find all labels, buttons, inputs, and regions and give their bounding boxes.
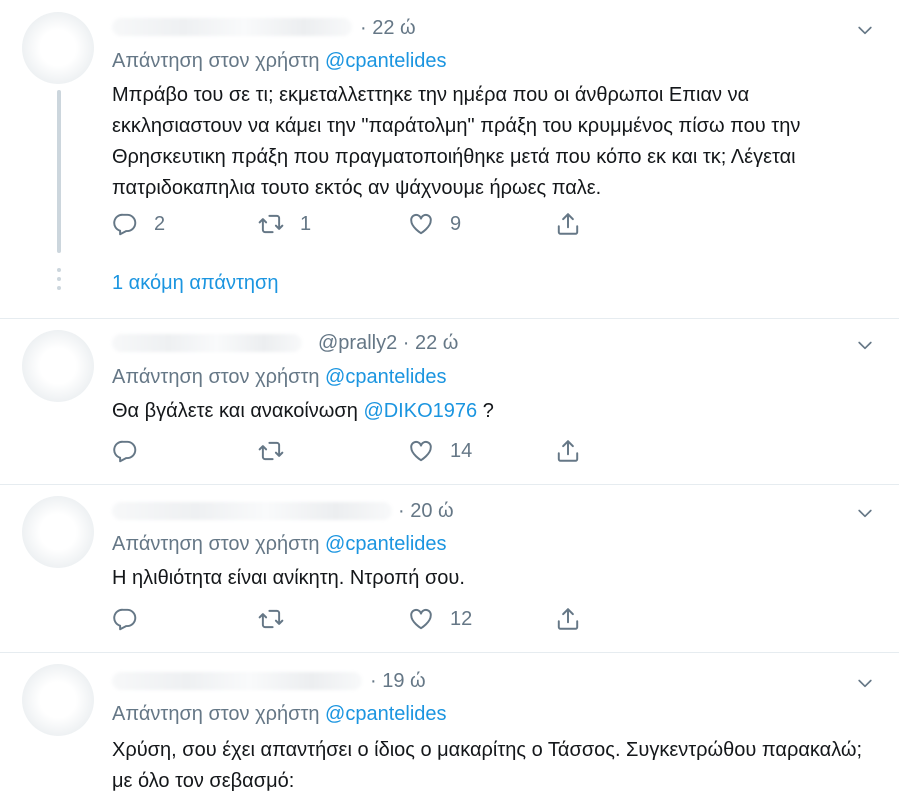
like-count: 12 — [450, 607, 473, 630]
share-button[interactable] — [555, 604, 581, 634]
share-icon — [555, 438, 581, 464]
heart-icon — [408, 438, 434, 464]
chevron-down-icon[interactable] — [855, 673, 875, 693]
reply-button[interactable] — [112, 436, 138, 466]
tweet-time[interactable]: · 22 ώ — [360, 17, 416, 40]
mention-link[interactable]: @DIKO1976 — [363, 400, 477, 422]
tweet-time[interactable]: · 19 ώ — [370, 670, 426, 693]
author-name[interactable] — [112, 502, 392, 520]
tweet-text-part: Θα βγάλετε και ανακοίνωση — [112, 400, 364, 422]
chevron-down-icon[interactable] — [855, 335, 875, 355]
reply-to: Απάντηση στον χρήστη @cpantelides — [112, 703, 447, 726]
show-more-replies-link[interactable]: 1 ακόμη απάντηση — [112, 272, 278, 295]
reply-to: Απάντηση στον χρήστη @cpantelides — [112, 366, 447, 389]
reply-icon — [112, 438, 138, 464]
retweet-button[interactable]: 1 — [258, 209, 311, 239]
like-button[interactable]: 14 — [408, 436, 472, 466]
reply-to: Απάντηση στον χρήστη @cpantelides — [112, 533, 447, 556]
tweet-text: Μπράβο του σε τι; εκμεταλλεττηκε την ημέ… — [112, 84, 801, 199]
tweet-2[interactable]: @prally2 · 22 ώ Απάντηση στον χρήστη @cp… — [0, 318, 899, 485]
reply-prefix: Απάντηση στον χρήστη — [112, 703, 320, 725]
share-button[interactable] — [555, 209, 581, 239]
like-button[interactable]: 9 — [408, 209, 461, 239]
chevron-down-icon[interactable] — [855, 20, 875, 40]
reply-to: Απάντηση στον χρήστη @cpantelides — [112, 50, 447, 73]
tweet-text: Θα βγάλετε και ανακοίνωση @DIKO1976 ? — [112, 396, 882, 427]
reply-handle-link[interactable]: @cpantelides — [325, 50, 446, 72]
reply-prefix: Απάντηση στον χρήστη — [112, 366, 320, 388]
avatar[interactable] — [22, 12, 94, 84]
share-button[interactable] — [555, 436, 581, 466]
retweet-icon — [258, 438, 284, 464]
tweet-time[interactable]: · 20 ώ — [398, 500, 454, 523]
tweet-text: Χρύση, σου έχει απαντήσει ο ίδιος ο μακα… — [112, 739, 863, 792]
tweet-1[interactable]: · 22 ώ Απάντηση στον χρήστη @cpantelides… — [0, 0, 899, 319]
author-name[interactable] — [112, 334, 302, 352]
share-icon — [555, 211, 581, 237]
like-count: 14 — [450, 439, 473, 462]
retweet-button[interactable] — [258, 604, 284, 634]
reply-prefix: Απάντηση στον χρήστη — [112, 50, 320, 72]
reply-button[interactable] — [112, 604, 138, 634]
like-button[interactable]: 12 — [408, 604, 472, 634]
tweet-text-part: ? — [477, 400, 494, 422]
reply-count: 2 — [154, 212, 166, 235]
reply-button[interactable]: 2 — [112, 209, 165, 239]
chevron-down-icon[interactable] — [855, 503, 875, 523]
retweet-icon — [258, 211, 284, 237]
avatar[interactable] — [22, 330, 94, 402]
tweet-handle-time[interactable]: @prally2 · 22 ώ — [318, 332, 458, 355]
reply-prefix: Απάντηση στον χρήστη — [112, 533, 320, 555]
tweet-4[interactable]: · 19 ώ Απάντηση στον χρήστη @cpantelides… — [0, 652, 899, 802]
reply-handle-link[interactable]: @cpantelides — [325, 703, 446, 725]
tweet-time[interactable]: · 22 ώ — [403, 332, 459, 354]
thread-dots — [57, 268, 61, 295]
tweet-actions: 14 — [112, 436, 612, 466]
heart-icon — [408, 211, 434, 237]
avatar[interactable] — [22, 496, 94, 568]
reply-icon — [112, 606, 138, 632]
reply-handle-link[interactable]: @cpantelides — [325, 366, 446, 388]
tweet-text: Η ηλιθιότητα είναι ανίκητη. Ντροπή σου. — [112, 567, 465, 589]
reply-handle-link[interactable]: @cpantelides — [325, 533, 446, 555]
avatar[interactable] — [22, 664, 94, 736]
retweet-icon — [258, 606, 284, 632]
author-name[interactable] — [112, 18, 352, 36]
thread-line — [57, 90, 61, 253]
author-handle[interactable]: @prally2 — [318, 332, 397, 354]
retweet-count: 1 — [300, 212, 312, 235]
heart-icon — [408, 606, 434, 632]
tweet-actions: 12 — [112, 604, 612, 634]
author-name[interactable] — [112, 672, 362, 690]
tweet-3[interactable]: · 20 ώ Απάντηση στον χρήστη @cpantelides… — [0, 484, 899, 653]
retweet-button[interactable] — [258, 436, 284, 466]
reply-icon — [112, 211, 138, 237]
share-icon — [555, 606, 581, 632]
like-count: 9 — [450, 212, 462, 235]
tweet-actions: 2 1 9 — [112, 209, 612, 239]
